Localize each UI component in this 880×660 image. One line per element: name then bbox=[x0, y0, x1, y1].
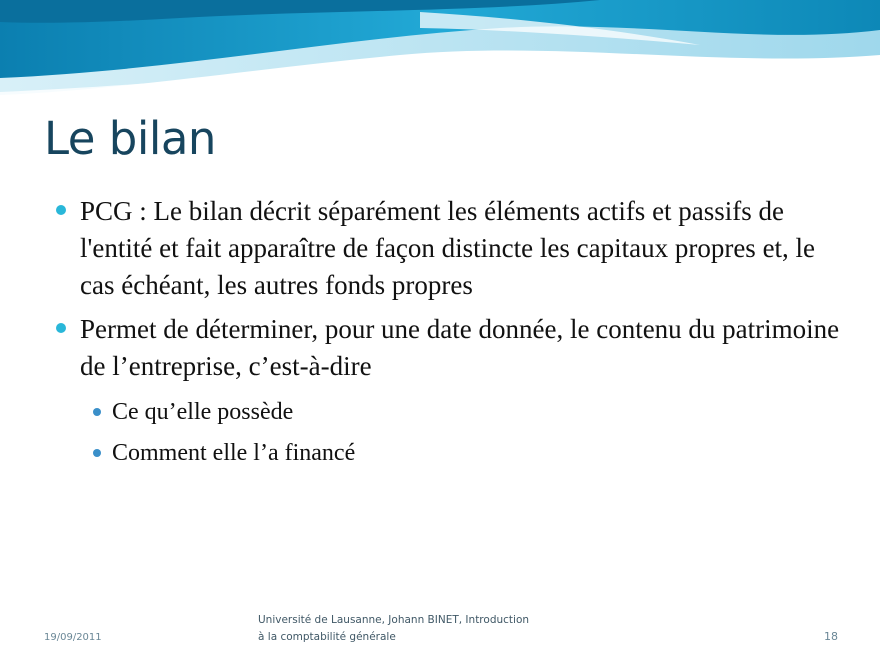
bullet-item: PCG : Le bilan décrit séparément les élé… bbox=[52, 193, 842, 304]
bullet-text: PCG : Le bilan décrit séparément les élé… bbox=[80, 196, 816, 300]
header-wave-decoration bbox=[0, 0, 880, 100]
bullet-dot-icon bbox=[56, 323, 66, 333]
sub-bullet-item: Comment elle l’a financé bbox=[90, 433, 842, 474]
slide: Le bilan PCG : Le bilan décrit séparémen… bbox=[0, 0, 880, 660]
slide-content: PCG : Le bilan décrit séparément les élé… bbox=[52, 193, 842, 474]
bullet-item: Permet de déterminer, pour une date donn… bbox=[52, 311, 842, 385]
sub-bullet-dot-icon bbox=[93, 449, 101, 457]
footer-source-line: à la comptabilité générale bbox=[258, 631, 396, 643]
sub-bullet-text: Comment elle l’a financé bbox=[112, 440, 356, 466]
footer-source-line: Université de Lausanne, Johann BINET, In… bbox=[258, 614, 530, 626]
footer-source: Université de Lausanne, Johann BINET, In… bbox=[258, 612, 618, 646]
sub-bullet-dot-icon bbox=[93, 408, 101, 416]
bullet-dot-icon bbox=[56, 205, 66, 215]
sub-bullet-text: Ce qu’elle possède bbox=[112, 399, 294, 425]
footer-date: 19/09/2011 bbox=[44, 632, 102, 643]
page-number: 18 bbox=[824, 630, 838, 643]
bullet-text: Permet de déterminer, pour une date donn… bbox=[80, 314, 840, 381]
sub-bullet-item: Ce qu’elle possède bbox=[90, 392, 842, 433]
slide-title: Le bilan bbox=[44, 112, 216, 165]
